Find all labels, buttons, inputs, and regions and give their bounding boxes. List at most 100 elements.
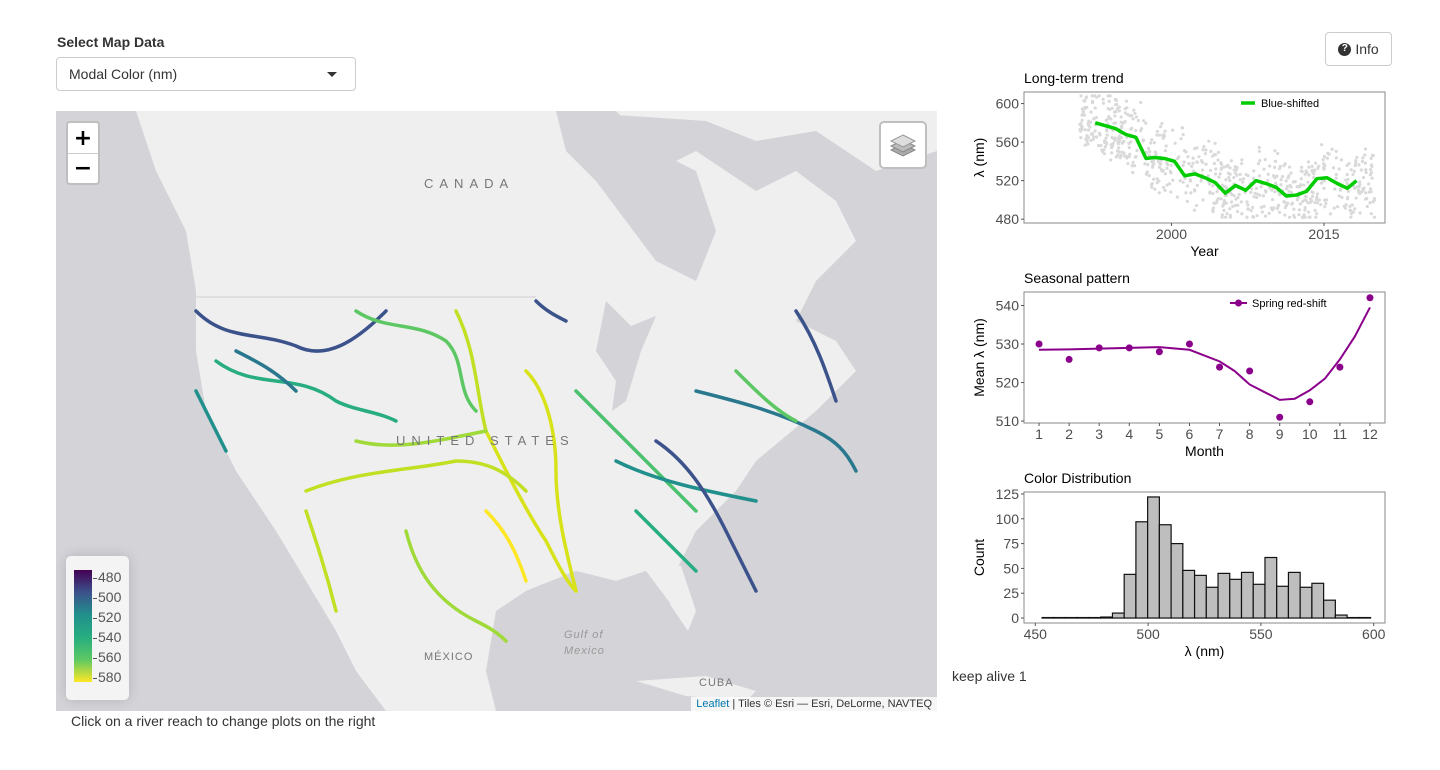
histogram-bar	[1323, 599, 1336, 619]
scatter-point	[1113, 114, 1117, 118]
scatter-point	[1079, 122, 1083, 126]
scatter-point	[1304, 169, 1308, 173]
scatter-point	[1201, 148, 1205, 152]
data-point	[1306, 398, 1314, 406]
histogram-bar	[1170, 543, 1184, 619]
scatter-point	[1236, 203, 1240, 207]
scatter-point	[1222, 198, 1226, 203]
scatter-point	[1308, 200, 1312, 205]
scatter-point	[1368, 187, 1373, 191]
x-tick-label: 12	[1362, 426, 1378, 442]
scatter-point	[1083, 128, 1087, 132]
x-tick-label: 7	[1216, 426, 1224, 442]
scatter-point	[1203, 152, 1208, 156]
river-map[interactable]: CANADA UNITED STATES MÉXICO Gulf of Mexi…	[56, 111, 937, 711]
scatter-point	[1171, 178, 1175, 182]
histogram-bar	[1358, 616, 1372, 619]
scatter-point	[1207, 139, 1211, 143]
info-button-label: Info	[1355, 41, 1379, 57]
scatter-point	[1217, 175, 1221, 179]
scatter-point	[1115, 149, 1120, 153]
scatter-point	[1369, 190, 1373, 194]
scatter-point	[1184, 150, 1188, 154]
scatter-point	[1287, 189, 1291, 193]
zoom-out-button[interactable]: −	[68, 153, 98, 183]
scatter-point	[1134, 115, 1138, 119]
y-tick-label: 540	[996, 297, 1020, 313]
data-point	[1276, 413, 1284, 421]
scatter-point	[1222, 165, 1226, 169]
scatter-point	[1301, 199, 1305, 203]
scatter-point	[1257, 145, 1261, 150]
scatter-point	[1127, 145, 1131, 150]
histogram-bar	[1287, 571, 1301, 619]
scatter-point	[1132, 164, 1137, 168]
y-tick-label: 520	[996, 173, 1020, 189]
plot-title: Long-term trend	[1024, 70, 1124, 86]
scatter-point	[1117, 146, 1121, 150]
scatter-point	[1273, 190, 1277, 194]
scatter-point	[1182, 160, 1186, 164]
scatter-point	[1126, 113, 1130, 117]
scatter-point	[1157, 179, 1161, 183]
data-point	[1065, 355, 1073, 363]
scatter-point	[1214, 172, 1218, 176]
scatter-point	[1290, 202, 1294, 206]
scatter-point	[1216, 150, 1221, 155]
scatter-point	[1276, 151, 1280, 156]
scatter-point	[1165, 183, 1169, 187]
attribution-text: | Tiles © Esri — Esri, DeLorme, NAVTEQ	[729, 698, 932, 710]
scatter-point	[1327, 152, 1331, 156]
scatter-point	[1151, 177, 1156, 181]
layers-control-button[interactable]	[879, 121, 927, 169]
scatter-point	[1163, 172, 1167, 176]
leaflet-link[interactable]: Leaflet	[696, 698, 729, 710]
scatter-point	[1119, 153, 1123, 158]
scatter-point	[1082, 99, 1086, 103]
scatter-point	[1283, 200, 1287, 204]
map-data-select[interactable]: Modal Color (nm)	[56, 57, 356, 91]
scatter-point	[1351, 172, 1355, 177]
histogram-bar	[1205, 586, 1219, 619]
scatter-point	[1158, 125, 1163, 129]
scatter-point	[1210, 154, 1215, 158]
x-tick-label: 4	[1125, 426, 1133, 442]
zoom-in-button[interactable]: +	[68, 123, 98, 153]
y-tick-label: 560	[996, 134, 1020, 150]
scatter-point	[1317, 164, 1321, 168]
scatter-point	[1213, 141, 1217, 145]
scatter-point	[1131, 117, 1135, 121]
scatter-point	[1273, 159, 1278, 163]
scatter-point	[1175, 195, 1180, 199]
scatter-point	[1337, 194, 1341, 198]
scatter-point	[1097, 94, 1101, 98]
scatter-point	[1155, 129, 1159, 134]
scatter-point	[1297, 213, 1301, 217]
scatter-point	[1245, 200, 1249, 204]
x-tick-label: 2	[1065, 426, 1073, 442]
scatter-point	[1315, 192, 1320, 196]
scatter-point	[1267, 211, 1271, 215]
scatter-point	[1279, 183, 1283, 187]
scatter-point	[1079, 124, 1083, 128]
x-tick-label: 5	[1155, 426, 1163, 442]
scatter-point	[1136, 118, 1140, 123]
scatter-point	[1328, 212, 1333, 216]
scatter-point	[1307, 165, 1311, 169]
scatter-point	[1219, 197, 1223, 201]
info-button[interactable]: ? Info	[1325, 32, 1392, 66]
scatter-point	[1112, 136, 1116, 141]
legend-label: Blue-shifted	[1261, 98, 1319, 110]
scatter-point	[1152, 141, 1156, 145]
scatter-point	[1105, 128, 1109, 132]
scatter-point	[1161, 134, 1165, 138]
x-tick-label: 2015	[1308, 226, 1339, 242]
scatter-point	[1314, 215, 1318, 219]
scatter-point	[1234, 168, 1239, 172]
y-tick-label: 75	[1003, 536, 1019, 552]
scatter-point	[1284, 179, 1288, 183]
scatter-point	[1249, 190, 1253, 195]
scatter-point	[1277, 210, 1282, 214]
scatter-point	[1232, 175, 1236, 180]
scatter-point	[1159, 162, 1163, 166]
